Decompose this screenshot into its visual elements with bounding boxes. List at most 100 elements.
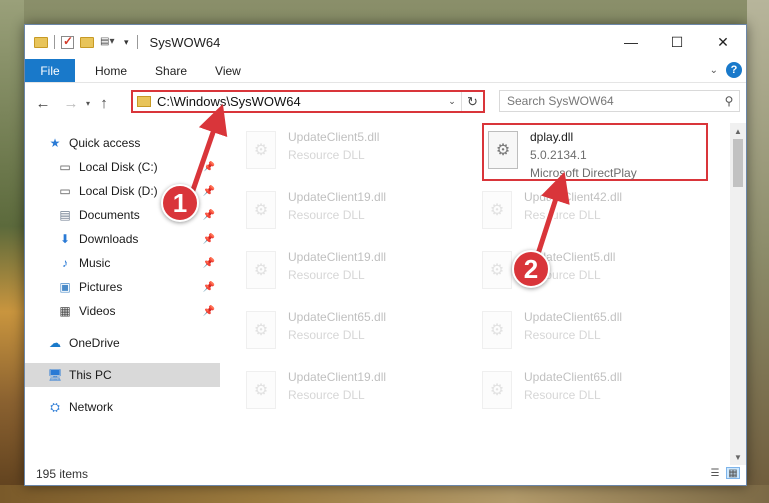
search-input[interactable]: Search SysWOW64	[507, 94, 719, 108]
sidebar-item-label: Videos	[79, 304, 116, 318]
file-explorer-window: ▤▾ ▾ SysWOW64 — ☐ ✕ File Home Share View…	[24, 24, 747, 486]
file-type: Resource DLL	[524, 208, 601, 222]
pin-icon[interactable]: 📌	[203, 282, 215, 293]
sidebar-item-label: This PC	[69, 368, 112, 382]
window-title: SysWOW64	[149, 34, 221, 50]
ribbon-right: ⌄ ?	[710, 62, 742, 78]
callout-badge-2: 2	[512, 250, 550, 288]
sidebar-item-pictures[interactable]: ▣ Pictures 📌	[25, 275, 220, 299]
sidebar-item-onedrive[interactable]: ☁ OneDrive	[25, 331, 220, 355]
tab-share[interactable]: Share	[141, 59, 201, 82]
pin-icon[interactable]: 📌	[203, 162, 215, 173]
file-name: UpdateClient19.dll	[288, 250, 387, 264]
downloads-icon: ⬇	[59, 232, 71, 246]
videos-icon: ▦	[59, 304, 71, 318]
recent-locations-dropdown-icon[interactable]: ▾	[81, 99, 95, 108]
callout-badge-1: 1	[161, 184, 199, 222]
up-arrow-icon[interactable]: ↑	[95, 95, 113, 112]
sidebar-item-quick-access[interactable]: ★ Quick access	[25, 131, 220, 155]
tiles-view-icon[interactable]: ▦	[726, 467, 740, 479]
tab-view[interactable]: View	[201, 59, 255, 82]
file-type: Resource DLL	[288, 148, 365, 162]
scroll-up-arrow-icon[interactable]: ▲	[730, 123, 746, 139]
pin-icon[interactable]: 📌	[203, 258, 215, 269]
vertical-scrollbar[interactable]: ▲ ▼	[730, 123, 746, 465]
file-name: UpdateClient5.dll	[288, 130, 380, 144]
file-name: UpdateClient19.dll	[288, 370, 387, 384]
cloud-icon: ☁	[49, 336, 61, 350]
sidebar-item-label: Documents	[79, 208, 140, 222]
dll-file-icon: ⚙	[488, 131, 518, 169]
help-icon[interactable]: ?	[726, 62, 742, 78]
ribbon-tabs: File Home Share View ⌄ ?	[25, 59, 746, 83]
sidebar-item-label: Network	[69, 400, 114, 414]
list-item[interactable]: ⚙ UpdateClient19.dll Resource DLL	[246, 187, 476, 247]
star-icon: ★	[49, 136, 61, 150]
list-item[interactable]: ⚙ UpdateClient5.dll Resource DLL	[246, 127, 476, 187]
list-item[interactable]: ⚙ UpdateClient65.dll Resource DLL	[482, 367, 712, 427]
sidebar-item-label: Music	[79, 256, 111, 270]
new-folder-icon[interactable]	[80, 36, 94, 48]
address-bar[interactable]: C:\Windows\SysWOW64 ⌄ ↻	[131, 90, 485, 113]
properties-check-icon[interactable]	[61, 34, 74, 49]
sidebar-item-downloads[interactable]: ⬇ Downloads 📌	[25, 227, 220, 251]
back-arrow-icon[interactable]: ←	[33, 95, 53, 112]
folder-icon[interactable]	[34, 36, 48, 48]
list-item[interactable]: ⚙ UpdateClient65.dll Resource DLL	[246, 307, 476, 367]
sidebar-item-this-pc[interactable]: 🖥 This PC	[25, 363, 220, 387]
sidebar-item-videos[interactable]: ▦ Videos 📌	[25, 299, 220, 323]
desktop-background-right	[747, 0, 769, 503]
sidebar-item-label: Quick access	[69, 136, 141, 150]
search-icon[interactable]: ⚲	[719, 94, 739, 108]
file-description: Microsoft DirectPlay	[530, 166, 637, 180]
close-button[interactable]: ✕	[700, 25, 746, 59]
toolbar-divider	[54, 35, 55, 49]
address-path[interactable]: C:\Windows\SysWOW64	[157, 94, 443, 109]
sidebar-item-label: Local Disk (D:)	[79, 184, 158, 198]
pin-icon[interactable]: 📌	[203, 234, 215, 245]
expand-ribbon-chevron-icon[interactable]: ⌄	[710, 65, 718, 76]
scrollbar-thumb[interactable]	[733, 139, 743, 187]
documents-icon: ▤	[59, 208, 71, 222]
list-item[interactable]: ⚙ UpdateClient42.dll Resource DLL	[482, 187, 712, 247]
item-count: 195 items	[36, 467, 89, 481]
list-item[interactable]: ⚙ UpdateClient65.dll Resource DLL	[482, 307, 712, 367]
properties-list-icon[interactable]: ▤▾	[100, 36, 118, 48]
customize-toolbar-dropdown-icon[interactable]: ▾	[124, 37, 129, 48]
address-folder-icon	[137, 96, 151, 107]
address-dropdown-icon[interactable]: ⌄	[443, 96, 461, 107]
file-type: Resource DLL	[288, 388, 365, 402]
sidebar-item-network[interactable]: ⛭ Network	[25, 395, 220, 419]
dll-file-icon: ⚙	[482, 191, 512, 229]
sidebar-item-local-disk-c[interactable]: ▭ Local Disk (C:) 📌	[25, 155, 220, 179]
selected-file-item[interactable]: ⚙ dplay.dll 5.0.2134.1 Microsoft DirectP…	[482, 123, 708, 181]
pin-icon[interactable]: 📌	[203, 186, 215, 197]
tab-home[interactable]: Home	[81, 59, 141, 82]
title-bar: ▤▾ ▾ SysWOW64 — ☐ ✕	[25, 25, 746, 59]
dll-file-icon: ⚙	[246, 251, 276, 289]
maximize-button[interactable]: ☐	[654, 25, 700, 59]
minimize-button[interactable]: —	[608, 25, 654, 59]
sidebar-item-label: Local Disk (C:)	[79, 160, 158, 174]
forward-arrow-icon[interactable]: →	[61, 95, 81, 112]
pc-icon: 🖥	[47, 368, 63, 382]
window-controls: — ☐ ✕	[608, 25, 746, 59]
sidebar-item-label: OneDrive	[69, 336, 120, 350]
sidebar-item-music[interactable]: ♪ Music 📌	[25, 251, 220, 275]
list-item[interactable]: ⚙ UpdateClient19.dll Resource DLL	[246, 247, 476, 307]
quick-access-toolbar: ▤▾ ▾	[34, 34, 129, 49]
list-item[interactable]: ⚙ UpdateClient19.dll Resource DLL	[246, 367, 476, 427]
refresh-icon[interactable]: ↻	[461, 92, 483, 111]
file-list: ⚙ UpdateClient5.dll Resource DLL ⚙ Update…	[220, 123, 746, 465]
view-switcher: ☰ ▦	[708, 467, 740, 479]
dll-file-icon: ⚙	[246, 371, 276, 409]
pin-icon[interactable]: 📌	[203, 306, 215, 317]
file-type: Resource DLL	[524, 328, 601, 342]
music-icon: ♪	[62, 256, 68, 270]
pin-icon[interactable]: 📌	[203, 210, 215, 221]
search-box[interactable]: Search SysWOW64 ⚲	[499, 90, 740, 112]
sidebar-item-label: Downloads	[79, 232, 139, 246]
pictures-icon: ▣	[59, 280, 71, 294]
details-view-icon[interactable]: ☰	[708, 467, 722, 479]
tab-file[interactable]: File	[25, 59, 75, 82]
